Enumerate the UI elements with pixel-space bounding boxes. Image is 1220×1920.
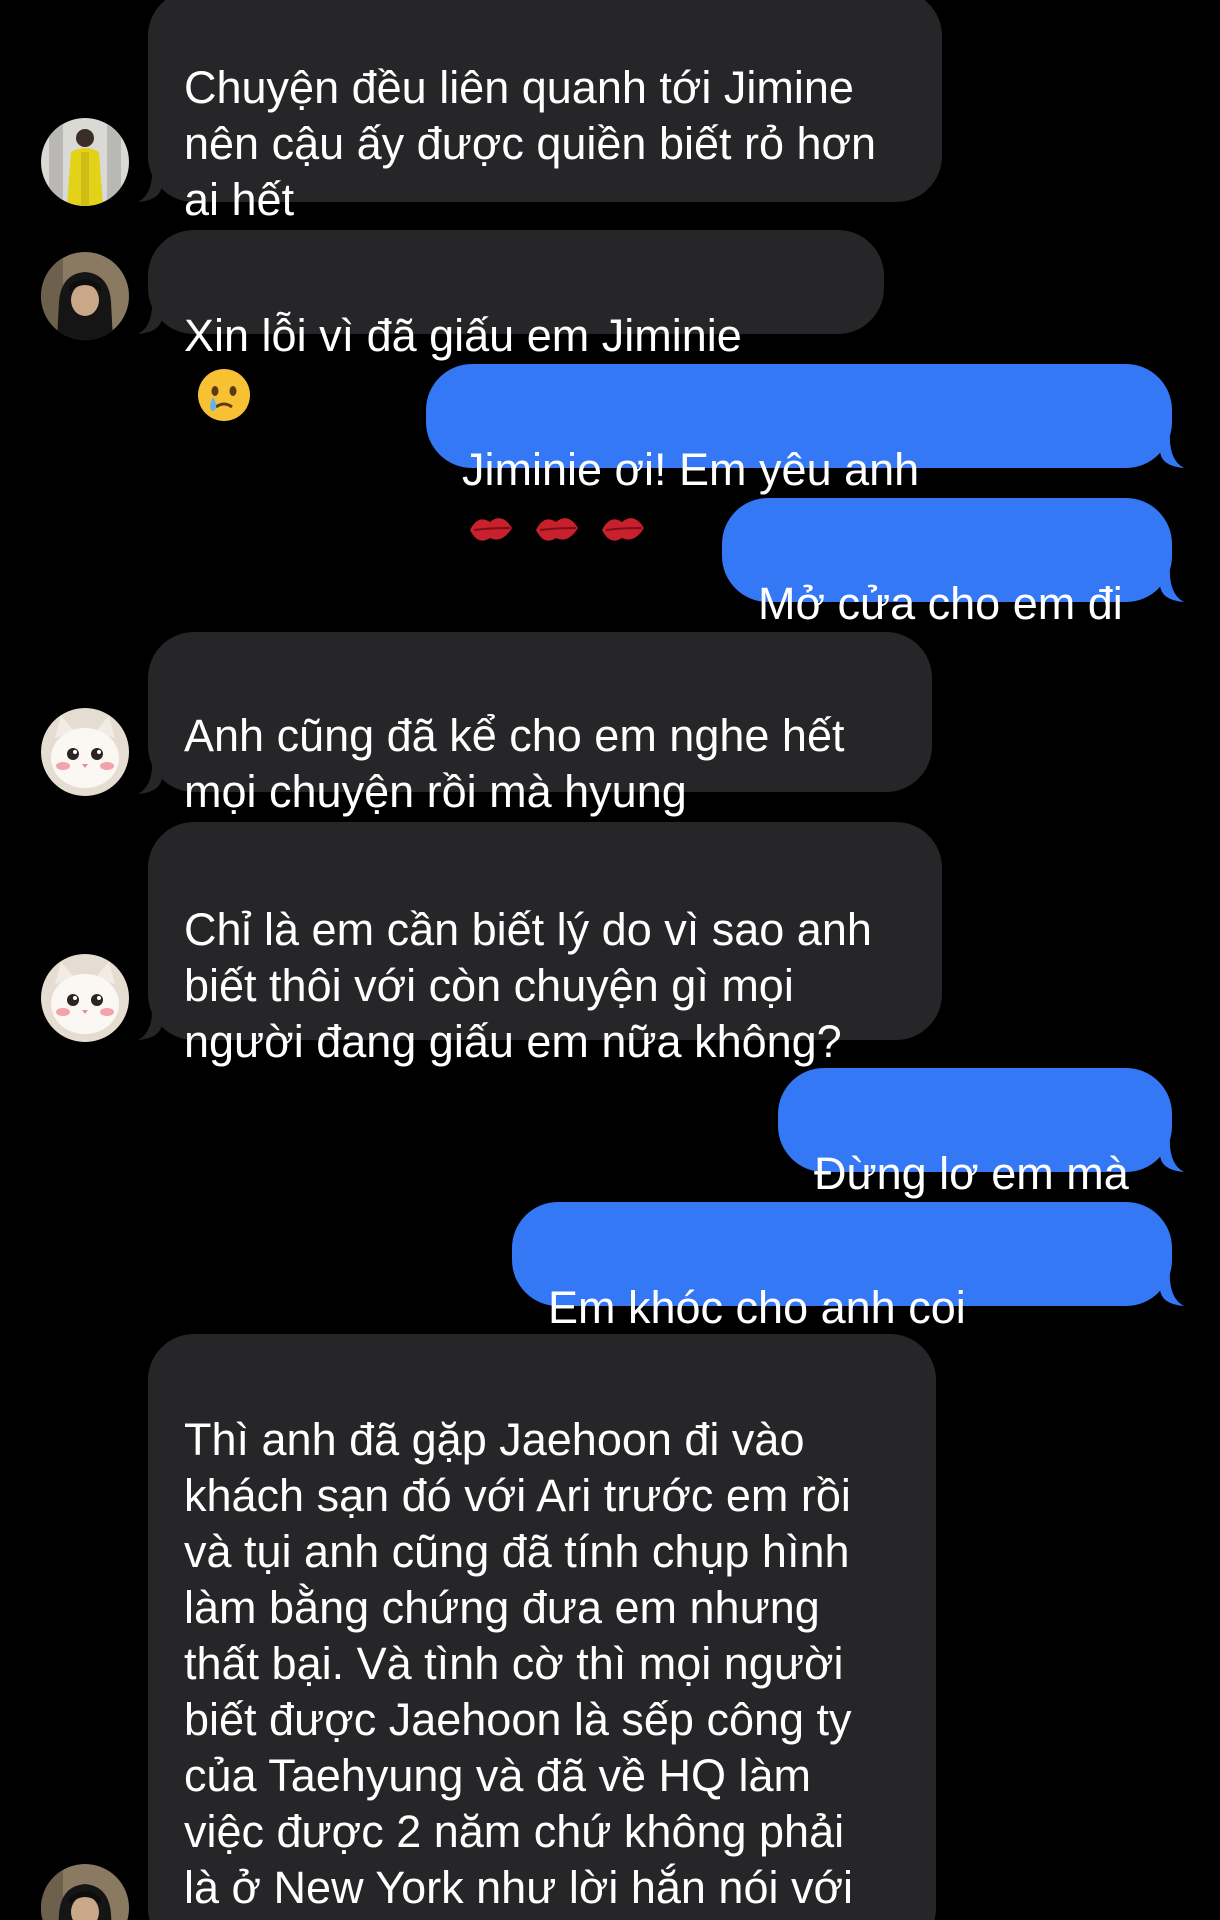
bubble-tail: [1160, 1134, 1184, 1172]
outgoing-message[interactable]: Jiminie ơi! Em yêu anh: [426, 364, 1172, 541]
message-text: Chỉ là em cần biết lý do vì sao anh biết…: [184, 904, 872, 1067]
message-text: Mở cửa cho em đi: [758, 578, 1123, 629]
incoming-message[interactable]: Chỉ là em cần biết lý do vì sao anh biết…: [148, 822, 942, 1067]
message-text: Đừng lơ em mà: [814, 1148, 1129, 1199]
bubble-tail: [138, 756, 162, 794]
kiss-mark-emoji: [470, 518, 644, 541]
message-text: Xin lỗi vì đã giấu em Jiminie: [184, 310, 742, 361]
message-text: Anh cũng đã kể cho em nghe hết mọi chuyệ…: [184, 710, 845, 817]
dark-hoodie-avatar[interactable]: [41, 1864, 129, 1920]
incoming-message[interactable]: Anh cũng đã kể cho em nghe hết mọi chuyệ…: [148, 632, 932, 817]
outgoing-message[interactable]: Em khóc cho anh coi: [512, 1202, 1172, 1394]
message-text: Jiminie ơi! Em yêu anh: [462, 444, 920, 495]
white-cat-avatar[interactable]: [41, 708, 129, 796]
bubble-tail: [1160, 1268, 1184, 1306]
dark-hoodie-avatar[interactable]: [41, 252, 129, 340]
bubble-tail: [1160, 564, 1184, 602]
bubble-tail: [138, 296, 162, 334]
bubble-tail: [138, 164, 162, 202]
yellow-suit-avatar[interactable]: [41, 118, 129, 206]
outgoing-message[interactable]: Đừng lơ em mà: [778, 1068, 1172, 1199]
bubble-tail: [138, 1002, 162, 1040]
message-text: Chuyện đều liên quanh tới Jimine nên cậu…: [184, 62, 877, 225]
incoming-message[interactable]: Thì anh đã gặp Jaehoon đi vào khách sạn …: [148, 1334, 936, 1920]
chat-transcript: Chuyện đều liên quanh tới Jimine nên cậu…: [0, 0, 1220, 1920]
crying-face-emoji: [198, 369, 250, 422]
message-text: Em khóc cho anh coi: [548, 1282, 966, 1333]
bubble-tail: [1160, 430, 1184, 468]
incoming-message[interactable]: Xin lỗi vì đã giấu em Jiminie: [148, 230, 884, 422]
outgoing-message[interactable]: Mở cửa cho em đi: [722, 498, 1172, 629]
message-text: Thì anh đã gặp Jaehoon đi vào khách sạn …: [184, 1414, 853, 1920]
incoming-message[interactable]: Chuyện đều liên quanh tới Jimine nên cậu…: [148, 0, 942, 225]
white-cat-avatar[interactable]: [41, 954, 129, 1042]
